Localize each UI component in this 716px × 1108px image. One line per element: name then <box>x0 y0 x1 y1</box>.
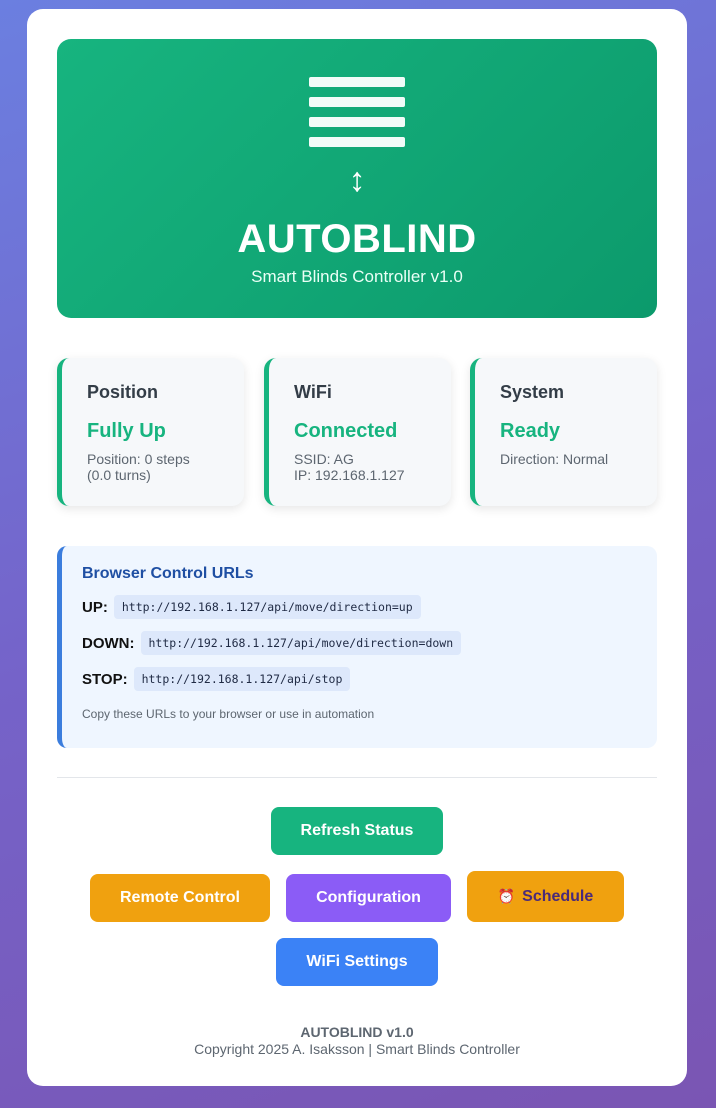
url-row-down: DOWN: http://192.168.1.127/api/move/dire… <box>82 631 657 655</box>
main-card: ↕ AUTOBLIND Smart Blinds Controller v1.0… <box>27 9 687 1086</box>
remote-control-button[interactable]: Remote Control <box>90 874 270 922</box>
refresh-status-button[interactable]: Refresh Status <box>271 807 443 855</box>
wifi-status-card: WiFi Connected SSID: AG IP: 192.168.1.12… <box>264 358 451 506</box>
app-title: AUTOBLIND <box>237 217 477 261</box>
url-row-stop: STOP: http://192.168.1.127/api/stop <box>82 667 657 691</box>
schedule-button[interactable]: ⏰ Schedule <box>467 871 624 922</box>
wifi-settings-button[interactable]: WiFi Settings <box>276 938 438 986</box>
divider <box>57 777 657 778</box>
status-label: Position <box>87 382 158 402</box>
position-status-card: Position Fully Up Position: 0 steps (0.0… <box>57 358 244 506</box>
url-up[interactable]: http://192.168.1.127/api/move/direction=… <box>113 595 421 619</box>
footer: AUTOBLIND v1.0 Copyright 2025 A. Isaksso… <box>27 1024 687 1057</box>
configuration-button[interactable]: Configuration <box>286 874 451 922</box>
url-row-up: UP: http://192.168.1.127/api/move/direct… <box>82 595 657 619</box>
status-detail: SSID: AG IP: 192.168.1.127 <box>294 451 405 483</box>
status-value: Connected <box>294 420 398 442</box>
urls-title: Browser Control URLs <box>82 565 254 582</box>
system-status-card: System Ready Direction: Normal <box>470 358 657 506</box>
blinds-icon <box>309 77 405 157</box>
url-label: UP: <box>82 598 108 616</box>
status-label: WiFi <box>294 382 332 402</box>
browser-control-urls: Browser Control URLs UP: http://192.168.… <box>57 546 657 748</box>
url-label: DOWN: <box>82 634 135 652</box>
url-stop[interactable]: http://192.168.1.127/api/stop <box>133 667 351 691</box>
url-down[interactable]: http://192.168.1.127/api/move/direction=… <box>140 631 462 655</box>
status-label: System <box>500 382 565 402</box>
url-label: STOP: <box>82 670 128 688</box>
up-down-arrow-icon: ↕ <box>348 161 366 199</box>
alarm-clock-icon: ⏰ <box>497 888 516 904</box>
footer-title: AUTOBLIND v1.0 <box>300 1024 414 1040</box>
status-value: Fully Up <box>87 420 166 442</box>
hero-banner: ↕ AUTOBLIND Smart Blinds Controller v1.0 <box>57 39 657 318</box>
status-detail: Position: 0 steps (0.0 turns) <box>87 451 190 483</box>
status-value: Ready <box>500 420 561 442</box>
footer-copyright: Copyright 2025 A. Isaksson | Smart Blind… <box>194 1041 520 1057</box>
status-detail: Direction: Normal <box>500 451 609 467</box>
app-subtitle: Smart Blinds Controller v1.0 <box>251 267 463 286</box>
urls-note: Copy these URLs to your browser or use i… <box>82 707 375 721</box>
